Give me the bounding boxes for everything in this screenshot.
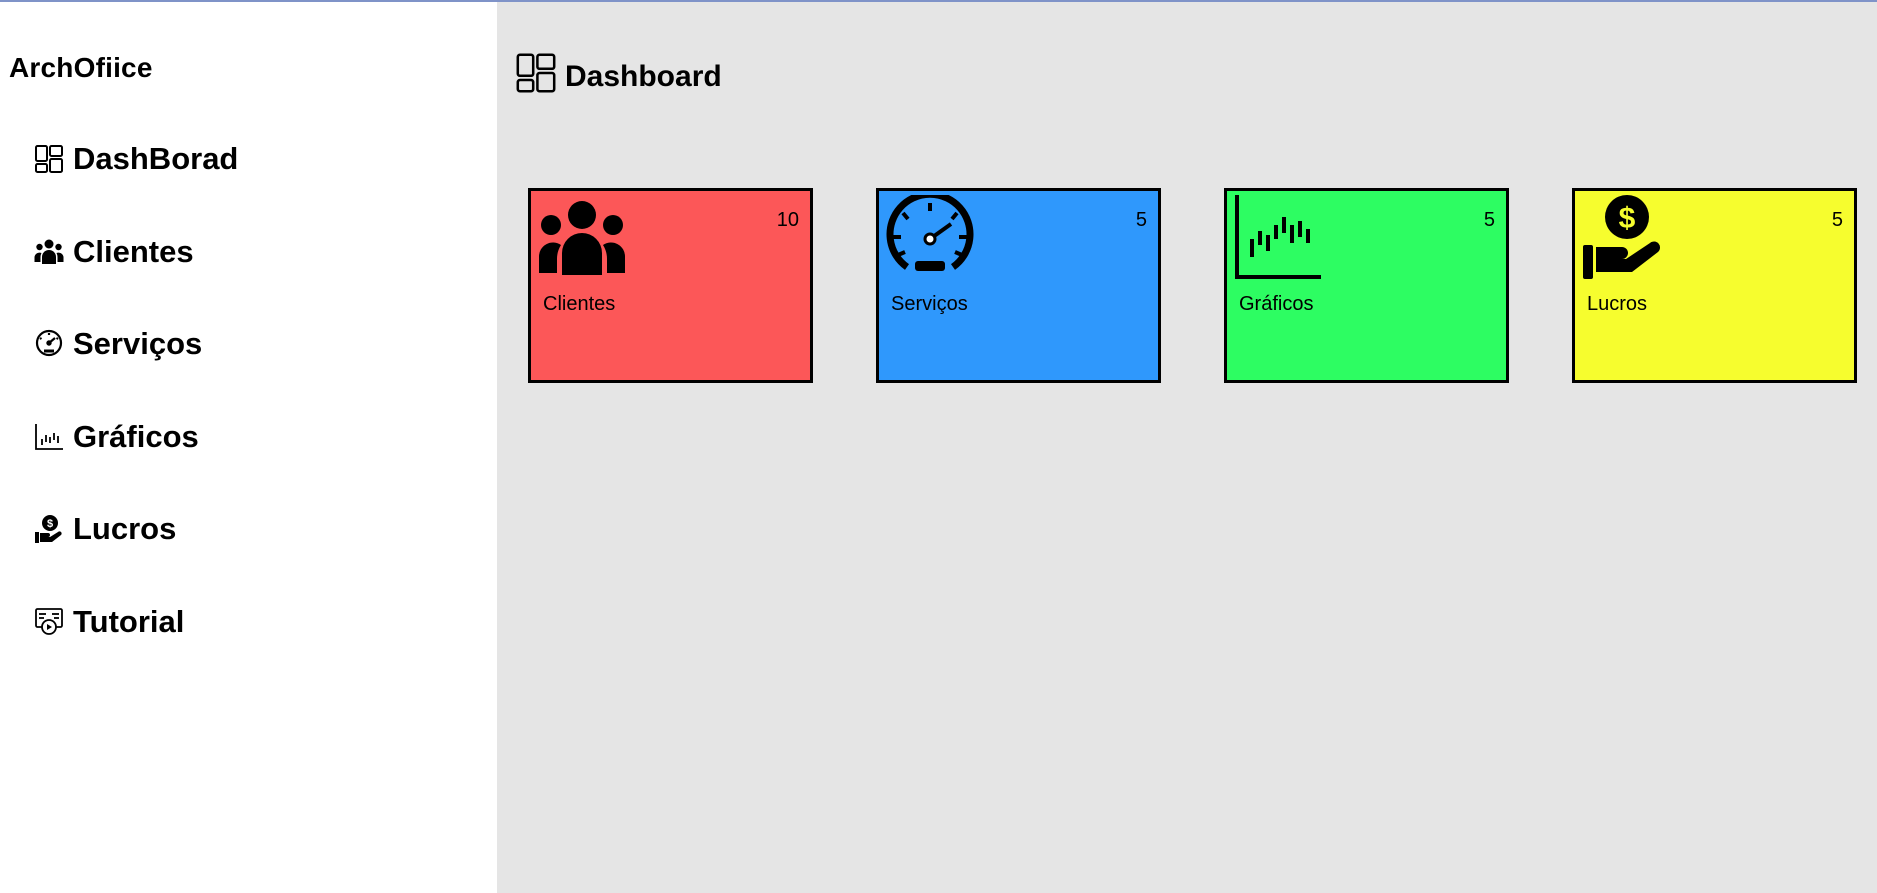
money-hand-icon: $ [33, 513, 65, 545]
chart-icon [1233, 195, 1323, 281]
dashboard-icon [515, 52, 557, 94]
main-content: Dashboard 10 Clientes 5 Serviços 5 Gráfi… [497, 2, 1877, 893]
svg-text:$: $ [47, 518, 53, 530]
card-count: 10 [776, 209, 799, 231]
tutorial-icon [33, 606, 65, 638]
card-label: Gráficos [1239, 293, 1314, 315]
gauge-icon [33, 328, 65, 360]
sidebar-item-label: Lucros [73, 511, 177, 546]
dashboard-icon [33, 143, 65, 175]
sidebar: ArchOfiice DashBorad Clientes Serviços G… [0, 2, 497, 893]
card-label: Clientes [543, 293, 616, 315]
card-label: Serviços [891, 293, 968, 315]
money-hand-icon: $ [1581, 195, 1671, 281]
sidebar-item-clientes[interactable]: Clientes [33, 230, 194, 274]
sidebar-item-label: Serviços [73, 326, 203, 361]
card-count: 5 [1135, 209, 1147, 231]
users-icon [33, 236, 65, 268]
chart-icon [33, 421, 65, 453]
sidebar-item-servicos[interactable]: Serviços [33, 322, 202, 366]
sidebar-item-graficos[interactable]: Gráficos [33, 415, 199, 459]
page-title-text: Dashboard [565, 60, 722, 93]
sidebar-item-label: Gráficos [73, 419, 199, 454]
card-count: 5 [1831, 209, 1843, 231]
sidebar-item-label: Clientes [73, 234, 194, 269]
gauge-icon [885, 190, 975, 281]
users-icon [537, 195, 627, 281]
svg-text:$: $ [1619, 202, 1636, 235]
card-lucros[interactable]: $ 5 Lucros [1572, 188, 1857, 383]
card-count: 5 [1483, 209, 1495, 231]
card-clientes[interactable]: 10 Clientes [528, 188, 813, 383]
card-servicos[interactable]: 5 Serviços [876, 188, 1161, 383]
card-graficos[interactable]: 5 Gráficos [1224, 188, 1509, 383]
sidebar-item-label: Tutorial [73, 604, 185, 639]
sidebar-item-label: DashBorad [73, 141, 239, 176]
app-brand: ArchOfiice [9, 52, 153, 83]
sidebar-item-dashboard[interactable]: DashBorad [33, 137, 238, 181]
card-label: Lucros [1587, 293, 1648, 315]
page-title: Dashboard [515, 52, 722, 94]
sidebar-item-lucros[interactable]: $ Lucros [33, 507, 176, 551]
sidebar-item-tutorial[interactable]: Tutorial [33, 600, 184, 644]
